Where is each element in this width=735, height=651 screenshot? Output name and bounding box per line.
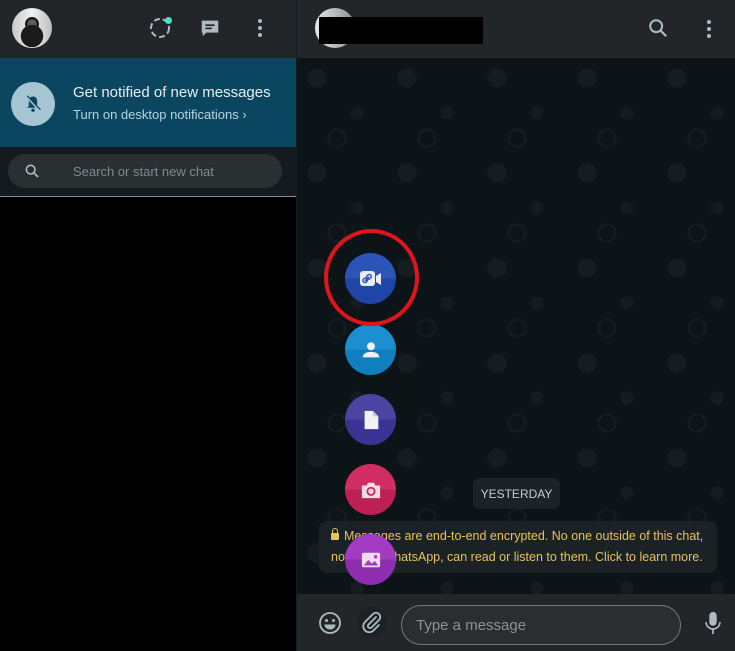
person-icon: [362, 341, 379, 357]
menu-icon[interactable]: [248, 16, 272, 40]
lock-icon: [331, 528, 339, 540]
attach-photos-videos-button[interactable]: [345, 534, 396, 585]
enable-notifications-link[interactable]: Turn on desktop notifications ›: [73, 107, 247, 122]
bell-off-icon: [11, 82, 55, 126]
notification-title: Get notified of new messages: [73, 84, 271, 101]
search-box[interactable]: [8, 154, 282, 188]
status-icon[interactable]: [148, 16, 172, 40]
whatsapp-web-app: Get notified of new messages Turn on des…: [0, 0, 735, 651]
search-bar: [0, 147, 296, 195]
document-icon: [364, 410, 378, 429]
date-divider: YESTERDAY: [473, 478, 560, 509]
microphone-icon[interactable]: [703, 611, 723, 640]
attach-document-button[interactable]: [345, 394, 396, 445]
attach-clip-icon[interactable]: [357, 607, 387, 637]
emoji-icon[interactable]: [318, 611, 342, 640]
conversation-header[interactable]: [297, 0, 735, 58]
camera-icon: [361, 482, 380, 498]
image-icon: [361, 552, 380, 567]
contact-name-redacted[interactable]: [319, 17, 483, 44]
search-messages-icon[interactable]: [647, 17, 669, 44]
attach-camera-button[interactable]: [345, 464, 396, 515]
search-icon: [24, 163, 40, 184]
message-composer: [297, 594, 735, 651]
chat-menu-icon[interactable]: [697, 17, 721, 46]
notification-banner[interactable]: Get notified of new messages Turn on des…: [0, 58, 296, 147]
sidebar: Get notified of new messages Turn on des…: [0, 0, 296, 651]
sidebar-header: [0, 0, 296, 58]
attach-contact-button[interactable]: [345, 324, 396, 375]
search-input[interactable]: [73, 162, 273, 180]
status-unread-dot: [165, 17, 172, 24]
new-chat-icon[interactable]: [198, 16, 222, 40]
message-input[interactable]: [401, 605, 681, 645]
profile-avatar[interactable]: [12, 8, 52, 48]
chat-list[interactable]: [0, 196, 296, 651]
video-link-icon: [359, 270, 381, 286]
conversation-pane: YESTERDAY Messages are end-to-end encryp…: [297, 0, 735, 651]
attach-video-call-link-button[interactable]: [345, 253, 396, 304]
